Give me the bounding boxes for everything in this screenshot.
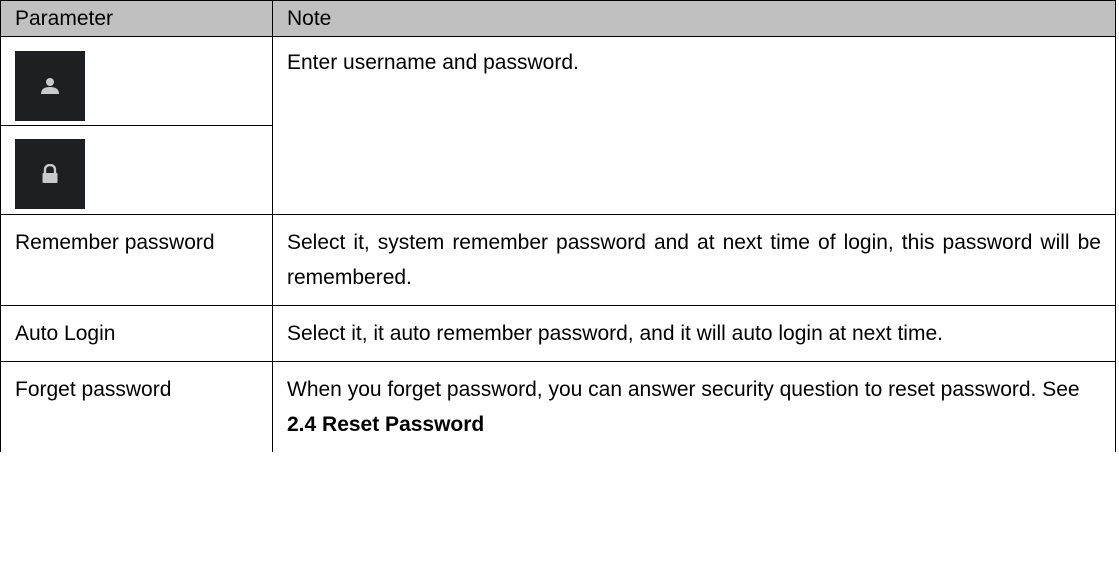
user-icon-cell (0, 36, 273, 126)
table-row: Auto Login Select it, it auto remember p… (0, 305, 1116, 362)
lock-icon (15, 139, 85, 209)
table-row-user: Enter username and password. (0, 36, 1116, 215)
note-text: Select it, it auto remember password, an… (287, 322, 943, 345)
header-note: Note (272, 0, 1116, 37)
reset-password-reference: 2.4 Reset Password (287, 413, 485, 436)
note-remember-password: Select it, system remember password and … (272, 214, 1116, 306)
parameter-table: Parameter Note Enter username and passwo… (0, 0, 1116, 452)
table-row: Forget password When you forget password… (0, 361, 1116, 452)
login-fields-note: Enter username and password. (272, 36, 1116, 215)
header-parameter: Parameter (0, 0, 273, 37)
table-row: Remember password Select it, system reme… (0, 214, 1116, 306)
param-remember-password: Remember password (0, 214, 273, 306)
param-label: Remember password (15, 231, 215, 254)
user-icon (15, 51, 85, 121)
note-forget-password: When you forget password, you can answer… (272, 361, 1116, 452)
table-header-row: Parameter Note (0, 0, 1116, 37)
lock-icon-cell (0, 125, 273, 215)
param-auto-login: Auto Login (0, 305, 273, 362)
login-fields-note-text: Enter username and password. (287, 51, 579, 74)
param-label: Auto Login (15, 322, 116, 345)
param-label: Forget password (15, 378, 172, 401)
note-text: Select it, system remember password and … (287, 231, 1101, 289)
note-auto-login: Select it, it auto remember password, an… (272, 305, 1116, 362)
param-forget-password: Forget password (0, 361, 273, 452)
note-text: When you forget password, you can answer… (287, 378, 1080, 401)
